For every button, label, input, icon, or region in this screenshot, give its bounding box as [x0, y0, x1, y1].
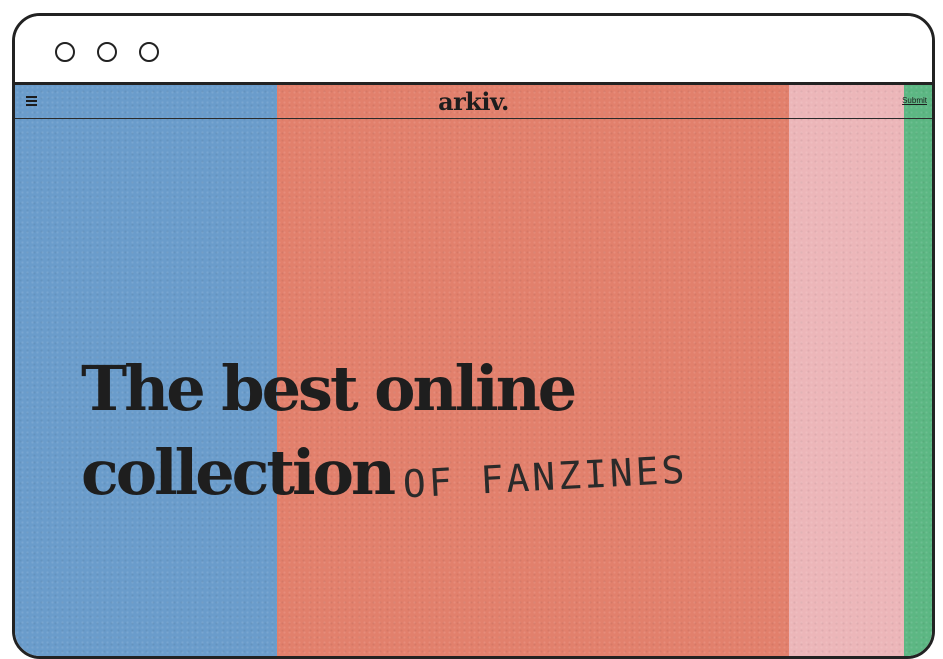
hero-headline: The best online collection OF FANZINES [81, 347, 688, 523]
browser-titlebar [15, 16, 932, 85]
green-panel [904, 85, 932, 656]
window-control-circle-3[interactable] [139, 42, 159, 62]
page-viewport: arkiv. Submit The best online collection… [15, 85, 932, 656]
submit-link[interactable]: Submit [902, 96, 927, 105]
window-control-circle-1[interactable] [55, 42, 75, 62]
pink-panel [789, 85, 904, 656]
handwritten-subtitle: OF FANZINES [401, 447, 689, 507]
headline-line-1: The best online [81, 352, 577, 425]
site-navbar: arkiv. Submit [15, 85, 932, 119]
headline-line-2: collection [81, 436, 396, 509]
site-logo[interactable]: arkiv. [15, 87, 932, 116]
browser-window: arkiv. Submit The best online collection… [12, 13, 935, 659]
window-control-circle-2[interactable] [97, 42, 117, 62]
